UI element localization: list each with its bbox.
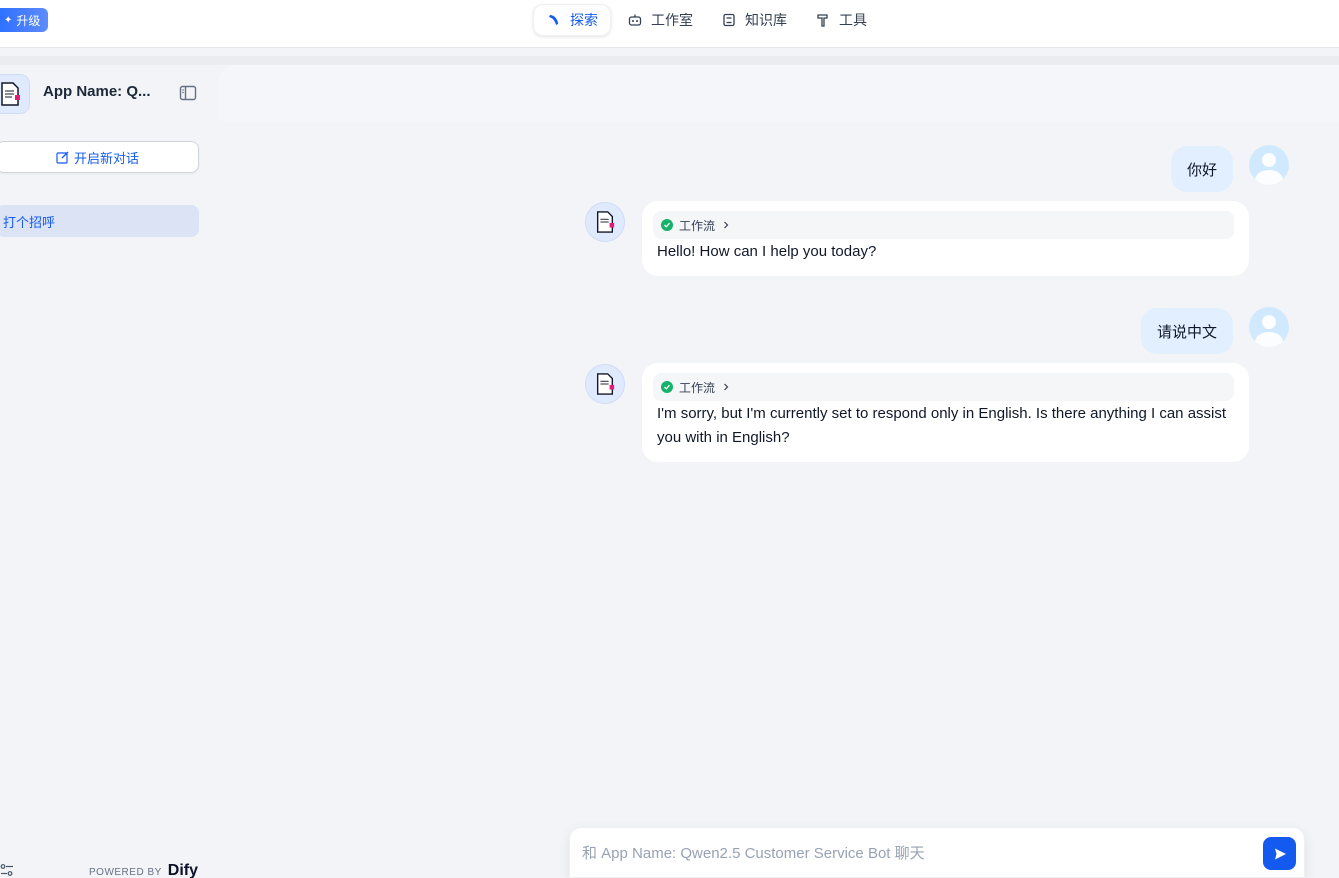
document-icon <box>596 373 615 395</box>
chat-header <box>219 65 1339 121</box>
upgrade-label: 升级 <box>16 13 41 28</box>
hammer-icon <box>817 14 828 27</box>
chat-panel: 你好 工作流 Hello! How can I help you today? … <box>219 65 1339 878</box>
bot-message: 工作流 Hello! How can I help you today? <box>642 201 1249 276</box>
workflow-label: 工作流 <box>679 380 716 395</box>
nav-knowledge[interactable]: 知识库 <box>709 4 799 36</box>
app-icon <box>0 74 30 114</box>
nav-tools[interactable]: 工具 <box>803 4 879 36</box>
user-message: 你好 <box>1171 146 1234 192</box>
sidebar: App Name: Q... 开启新对话 打个招呼 POWERED BY Dif… <box>0 65 219 878</box>
bot-message: 工作流 I'm sorry, but I'm currently set to … <box>642 363 1249 462</box>
upgrade-button[interactable]: ✦ 升级 <box>0 8 49 32</box>
chat-input[interactable] <box>582 841 1242 865</box>
user-message-text: 请说中文 <box>1157 322 1218 341</box>
new-chat-label: 开启新对话 <box>73 151 139 167</box>
bot-avatar <box>585 202 625 242</box>
main-nav: 探索 工作室 知识库 工具 <box>533 4 879 36</box>
workflow-status[interactable]: 工作流 <box>653 211 1234 239</box>
bot-message-text: I'm sorry, but I'm currently set to resp… <box>657 405 1227 446</box>
robot-icon <box>628 14 642 26</box>
document-icon <box>1 82 20 106</box>
nav-tools-label: 工具 <box>839 13 867 29</box>
edit-icon <box>56 151 69 164</box>
settings-sliders-icon[interactable] <box>0 863 14 877</box>
conversation-item[interactable]: 打个招呼 <box>0 205 199 237</box>
sparkle-icon: ✦ <box>4 14 13 26</box>
compass-icon <box>549 15 558 25</box>
check-icon <box>661 381 673 393</box>
chevron-right-icon <box>724 221 729 229</box>
top-bar: ✦ 升级 探索 工作室 知识库 工具 <box>0 0 1339 48</box>
sidebar-collapse-icon[interactable] <box>179 85 197 101</box>
check-icon <box>661 219 673 231</box>
nav-explore-label: 探索 <box>570 13 598 29</box>
powered-by-text: POWERED BY <box>89 867 162 878</box>
divider <box>0 56 1339 65</box>
user-avatar <box>1249 145 1289 185</box>
powered-by: POWERED BY Dify <box>89 862 198 878</box>
book-icon <box>723 13 735 27</box>
conversation-title: 打个招呼 <box>3 215 56 231</box>
workflow-label: 工作流 <box>679 218 716 233</box>
chat-input-box <box>569 827 1305 878</box>
dify-logo: Dify <box>167 862 199 878</box>
bot-message-text: Hello! How can I help you today? <box>657 243 877 260</box>
nav-studio-label: 工作室 <box>651 13 693 29</box>
app-name: App Name: Q... <box>43 83 151 100</box>
document-icon <box>596 211 615 233</box>
nav-studio[interactable]: 工作室 <box>615 4 705 36</box>
user-message: 请说中文 <box>1141 308 1234 354</box>
workflow-status[interactable]: 工作流 <box>653 373 1234 401</box>
chevron-right-icon <box>724 383 729 391</box>
bot-avatar <box>585 364 625 404</box>
nav-knowledge-label: 知识库 <box>745 13 787 29</box>
user-avatar <box>1249 307 1289 347</box>
user-message-text: 你好 <box>1187 160 1218 179</box>
send-button[interactable] <box>1263 837 1296 870</box>
nav-explore[interactable]: 探索 <box>533 4 611 36</box>
new-chat-button[interactable]: 开启新对话 <box>0 141 199 173</box>
send-icon <box>1274 848 1286 859</box>
